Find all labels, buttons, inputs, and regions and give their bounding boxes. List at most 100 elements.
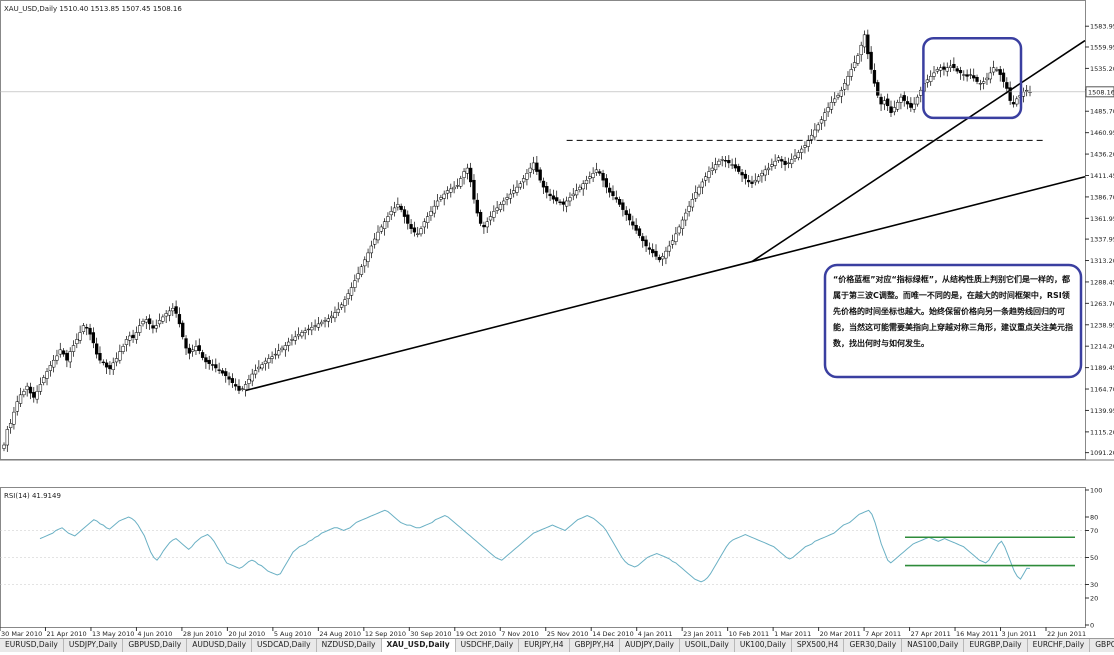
symbol-tab[interactable]: EURUSD,Daily [0,639,64,652]
candle-body [240,388,244,390]
candle-body [813,129,817,138]
symbol-tab[interactable]: GBPUSD,Daily [123,639,188,652]
symbol-tab[interactable]: EURJPY,H4 [519,639,570,652]
candle-body [373,238,377,245]
candle-body [310,327,314,331]
price-y-tick-label: 1214.20 [1090,343,1114,351]
candle-body [230,378,235,383]
candle-body [730,164,734,166]
symbol-tab[interactable]: NZDUSD,Daily [317,639,382,652]
candle-body [330,315,334,319]
candle-body [303,330,307,333]
candle-body [727,160,731,164]
x-tick-label: 25 Nov 2010 [547,630,589,638]
candle-body [773,160,777,166]
candle-body [313,325,317,327]
annotation-text: “价格蓝框”对应“指标绿框”，从结构性质上判别它们是一样的，都属于第三波C调整。… [833,275,1073,348]
price-y-tick-label: 1361.95 [1090,215,1114,223]
candle-body [15,401,19,412]
candle-body [978,83,983,85]
candle-body [902,95,906,101]
x-tick-label: 4 Jun 2010 [137,630,172,638]
candle-body [717,160,721,165]
candle-body [733,164,738,169]
symbol-tab[interactable]: AUDJPY,Daily [620,639,680,652]
candle-body [998,69,1002,75]
x-tick-label: 21 Apr 2010 [46,630,86,638]
candle-body [803,145,807,148]
candle-body [45,371,49,379]
candle-body [65,353,69,361]
candle-body [435,200,440,207]
candle-body [704,176,708,181]
candle-body [482,224,486,228]
candle-body [422,221,426,228]
candle-body [108,365,112,370]
candle-body [1011,102,1016,105]
candle-body [611,191,615,197]
candle-body [5,429,9,446]
candle-body [323,320,327,322]
symbol-tab[interactable]: SPX500,H4 [792,639,845,652]
candle-body [346,293,350,300]
candle-body [670,240,675,245]
symbol-tab[interactable]: USDCAD,Daily [252,639,317,652]
candle-body [101,361,105,364]
candle-body [938,67,943,71]
candle-body [449,188,453,193]
candle-body [955,68,959,72]
candle-body [541,180,546,188]
symbol-tab[interactable]: GBPCHF [1090,639,1114,652]
candle-body [243,384,248,390]
candle-body [286,341,291,346]
candle-body [915,96,920,105]
candle-body [138,325,142,333]
candle-body [164,313,168,317]
symbol-tab[interactable]: EURGBP,Daily [964,639,1028,652]
symbol-tab[interactable]: UK100,Daily [735,639,792,652]
candle-body [899,96,903,103]
candle-body [234,384,238,387]
candle-body [756,176,761,182]
symbol-tab[interactable]: USDJPY,Daily [64,639,124,652]
symbol-tab[interactable]: USOIL,Daily [680,639,735,652]
candle-body [270,356,274,359]
candle-body [743,173,748,179]
x-tick-label: 22 Jun 2011 [1047,630,1086,638]
candle-body [366,252,370,262]
chart-canvas[interactable]: XAU_USD,Daily 1510.40 1513.85 1507.45 15… [0,0,1114,651]
candle-body [932,72,936,77]
candle-body [909,102,913,108]
candle-body [584,179,589,184]
candle-body [677,226,681,234]
candle-body [995,69,999,71]
candle-body [91,332,96,344]
symbol-tab[interactable]: USDCHF,Daily [456,639,520,652]
candle-body [181,322,185,338]
candle-body [892,107,896,113]
symbol-tab[interactable]: EURCHF,Daily [1028,639,1091,652]
candle-body [594,169,599,173]
symbol-tab[interactable]: XAU_USD,Daily [381,639,456,652]
candle-body [965,74,969,77]
candle-body [51,359,56,368]
candle-body [869,51,873,70]
candle-body [962,74,966,76]
symbol-tab[interactable]: GBPJPY,H4 [570,639,620,652]
symbol-tab[interactable]: NAS100,Daily [902,639,965,652]
candle-body [78,332,82,341]
candle-body [42,377,46,383]
candle-body [257,366,261,370]
candle-body [177,314,182,325]
symbol-tab[interactable]: GER30,Daily [844,639,903,652]
candle-body [637,228,642,236]
candle-body [469,167,473,183]
candle-body [836,95,840,98]
candle-body [528,167,532,173]
candle-body [664,250,668,259]
x-tick-label: 24 Aug 2010 [319,630,361,638]
candle-body [386,216,390,223]
symbol-tab[interactable]: AUDUSD,Daily [187,639,253,652]
candle-body [876,82,880,96]
candle-body [187,347,191,354]
